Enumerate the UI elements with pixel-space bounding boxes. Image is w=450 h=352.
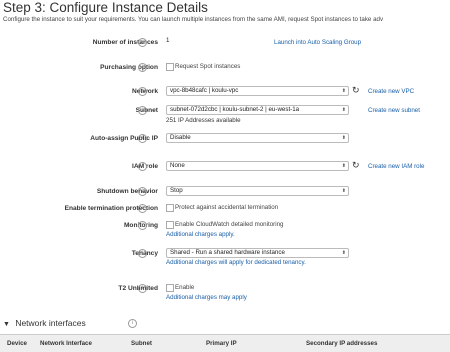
t2-unlimited-checkbox[interactable] [166,284,174,292]
t2-unlimited-checkbox-label: Enable [175,284,195,291]
updown-arrow-icon: ⬍ [341,188,346,194]
tenancy-charges-link[interactable]: Additional charges will apply for dedica… [166,259,306,266]
termination-checkbox[interactable] [166,204,174,212]
create-iam-role-link[interactable]: Create new IAM role [368,163,424,170]
subnet-select[interactable]: subnet-072d2cbc | koulu-subnet-2 | eu-we… [166,105,349,115]
updown-arrow-icon: ⬍ [341,88,346,94]
num-instances-input[interactable]: 1 [166,37,268,45]
info-icon[interactable]: i [138,249,147,258]
public-ip-select-value: Disable [170,134,191,141]
info-icon[interactable]: i [138,38,147,47]
info-icon[interactable]: i [138,187,147,196]
iam-role-select[interactable]: None ⬍ [166,161,349,171]
network-interfaces-toggle[interactable]: ▼ Network interfaces [3,318,86,328]
monitoring-checkbox-label: Enable CloudWatch detailed monitoring [175,221,284,228]
shutdown-select-value: Stop [170,187,183,194]
monitoring-checkbox[interactable] [166,221,174,229]
caret-down-icon: ▼ [3,321,10,328]
spot-checkbox-label: Request Spot instances [175,63,241,70]
info-icon[interactable]: i [138,63,147,72]
tenancy-select-value: Shared - Run a shared hardware instance [170,249,285,256]
subnet-ip-count: 251 IP Addresses available [166,117,241,124]
updown-arrow-icon: ⬍ [341,135,346,141]
shutdown-select[interactable]: Stop ⬍ [166,186,349,196]
subnet-select-value: subnet-072d2cbc | koulu-subnet-2 | eu-we… [170,106,300,113]
iam-role-select-value: None [170,162,185,169]
column-header-subnet: Subnet [131,340,152,347]
tenancy-select[interactable]: Shared - Run a shared hardware instance … [166,248,349,258]
info-icon[interactable]: i [138,162,147,171]
t2-charges-link[interactable]: Additional charges may apply [166,294,247,301]
network-select[interactable]: vpc-8b48cafc | koulu-vpc ⬍ [166,86,349,96]
purchasing-label: Purchasing option [100,64,158,71]
updown-arrow-icon: ⬍ [341,250,346,256]
updown-arrow-icon: ⬍ [341,107,346,113]
network-select-value: vpc-8b48cafc | koulu-vpc [170,87,239,94]
updown-arrow-icon: ⬍ [341,163,346,169]
spot-checkbox[interactable] [166,63,174,71]
public-ip-label: Auto-assign Public IP [90,135,158,142]
public-ip-select[interactable]: Disable ⬍ [166,133,349,143]
info-icon[interactable]: i [128,319,137,328]
page-subtitle: Configure the instance to suit your requ… [3,16,384,23]
info-icon[interactable]: i [138,106,147,115]
info-icon[interactable]: i [138,87,147,96]
monitoring-charges-link[interactable]: Additional charges apply. [166,231,235,238]
num-instances-label: Number of instances [92,39,158,46]
info-icon[interactable]: i [138,284,147,293]
refresh-icon[interactable]: ↻ [352,86,360,95]
page-title: Step 3: Configure Instance Details [3,0,208,15]
launch-asg-link[interactable]: Launch into Auto Scaling Group [274,39,361,46]
column-header-network-interface: Network Interface [40,340,92,347]
info-icon[interactable]: i [138,134,147,143]
column-header-primary-ip: Primary IP [206,340,237,347]
create-subnet-link[interactable]: Create new subnet [368,107,420,114]
termination-checkbox-label: Protect against accidental termination [175,204,279,211]
shutdown-label: Shutdown behavior [96,188,158,195]
column-header-secondary-ip: Secondary IP addresses [306,340,378,347]
refresh-icon[interactable]: ↻ [352,161,360,170]
create-vpc-link[interactable]: Create new VPC [368,88,414,95]
info-icon[interactable]: i [138,221,147,230]
column-header-device: Device [7,340,27,347]
network-interfaces-title: Network interfaces [15,318,86,328]
info-icon[interactable]: i [138,204,147,213]
